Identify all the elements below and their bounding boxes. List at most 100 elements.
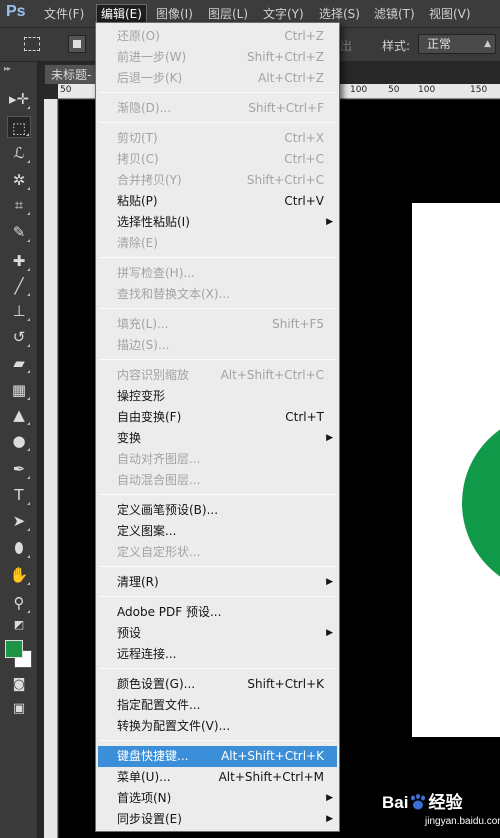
tool-group-indicator-icon [27,344,30,347]
quick-mask-icon[interactable]: ◙ [7,674,31,696]
menu-separator [99,122,336,123]
refine-edge-button[interactable]: 出 [340,37,352,54]
edit-menu-item[interactable]: 自动混合图层... [98,470,337,491]
edit-menu-item[interactable]: 合并拷贝(Y) Shift+Ctrl+C [98,170,337,191]
edit-menu-item[interactable]: 描边(S)... [98,335,337,356]
history-brush-tool-icon[interactable]: ↺ [7,326,31,348]
edit-menu-item[interactable]: 菜单(U)... Alt+Shift+Ctrl+M [98,767,337,788]
eraser-tool-icon[interactable]: ▰ [7,352,31,374]
edit-menu-item[interactable]: 定义自定形状... [98,542,337,563]
clone-stamp-tool-icon[interactable]: ⊥ [7,300,31,322]
tool-group-indicator-icon [27,528,30,531]
edit-menu-item[interactable]: 后退一步(K) Alt+Ctrl+Z [98,68,337,89]
edit-menu-item[interactable]: 同步设置(E) ▶ [98,809,337,830]
menu-item-shortcut: Ctrl+T [285,410,324,424]
edit-menu-item[interactable]: 选择性粘贴(I) ▶ [98,212,337,233]
menu-separator [99,668,336,669]
document-tab[interactable]: 未标题- [44,64,99,84]
edit-menu-item[interactable]: Adobe PDF 预设... [98,602,337,623]
edit-menu-item[interactable]: 颜色设置(G)... Shift+Ctrl+K [98,674,337,695]
submenu-arrow-icon: ▶ [326,814,333,824]
edit-menu-item[interactable]: 操控变形 [98,386,337,407]
screen-mode-icon[interactable]: ▣ [7,698,31,720]
menu-item-shortcut: Ctrl+X [284,131,324,145]
edit-menu-dropdown: 还原(O) Ctrl+Z 前进一步(W) Shift+Ctrl+Z 后退一步(K) Alt… [95,22,340,832]
menu-item-shortcut: Shift+Ctrl+C [246,173,324,187]
edit-menu-item[interactable]: 定义图案... [98,521,337,542]
tool-group-indicator-icon [27,422,30,425]
edit-menu-item[interactable]: 指定配置文件... [98,695,337,716]
edit-menu-item[interactable]: 前进一步(W) Shift+Ctrl+Z [98,47,337,68]
foreground-color-swatch[interactable] [5,640,23,658]
style-select[interactable]: 正常 ▲ [418,34,496,54]
move-tool-icon[interactable]: ▸✛ [7,88,31,110]
new-selection-button[interactable] [68,35,86,53]
menu-item-label: 定义画笔预设(B)... [117,503,219,517]
type-tool-icon[interactable]: T [7,484,31,506]
menu-item-label: 填充(L)... [117,317,169,331]
menu-item-label: 清除(E) [117,236,158,250]
marquee-tool-icon[interactable]: ⬚ [7,116,31,138]
menu-item-label: 自动对齐图层... [117,452,201,466]
edit-menu-item[interactable]: 自动对齐图层... [98,449,337,470]
menu-image[interactable]: 图像(I) [152,4,197,24]
dodge-tool-icon[interactable]: ● [7,430,31,452]
edit-menu-item[interactable]: 渐隐(D)... Shift+Ctrl+F [98,98,337,119]
menu-item-label: 粘贴(P) [117,194,158,208]
menu-view[interactable]: 视图(V) [425,4,475,24]
zoom-tool-icon[interactable]: ⚲ [7,592,31,614]
edit-menu-item[interactable]: 首选项(N) ▶ [98,788,337,809]
menu-select[interactable]: 选择(S) [315,4,364,24]
edit-menu-item[interactable]: 粘贴(P) Ctrl+V [98,191,337,212]
tool-group-indicator-icon [27,268,30,271]
menu-layer[interactable]: 图层(L) [204,4,252,24]
menu-item-shortcut: Ctrl+V [284,194,324,208]
lasso-tool-icon[interactable]: ℒ [7,142,31,164]
edit-menu-item[interactable]: 查找和替换文本(X)... [98,284,337,305]
menu-type[interactable]: 文字(Y) [259,4,308,24]
edit-menu-item[interactable]: 拼写检查(H)... [98,263,337,284]
edit-menu-item[interactable]: 预设 ▶ [98,623,337,644]
brush-tool-icon[interactable]: ╱ [7,275,31,297]
gradient-tool-icon[interactable]: ▦ [7,379,31,401]
blur-tool-icon[interactable]: ▲ [7,404,31,426]
menu-separator [99,257,336,258]
tool-group-indicator-icon [27,318,30,321]
menu-item-label: 自动混合图层... [117,473,201,487]
edit-menu-item[interactable]: 剪切(T) Ctrl+X [98,128,337,149]
edit-menu-item[interactable]: 键盘快捷键... Alt+Shift+Ctrl+K [98,746,337,767]
menu-item-shortcut: Shift+F5 [272,317,324,331]
collapse-panel-icon[interactable]: ▸▸ [4,64,11,73]
menu-item-label: 定义自定形状... [117,545,201,559]
edit-menu-item[interactable]: 内容识别缩放 Alt+Shift+Ctrl+C [98,365,337,386]
hand-tool-icon[interactable]: ✋ [7,564,31,586]
menu-edit[interactable]: 编辑(E) [96,4,147,24]
magic-wand-tool-icon[interactable]: ✲ [7,169,31,191]
edit-menu-item[interactable]: 填充(L)... Shift+F5 [98,314,337,335]
menu-filter[interactable]: 滤镜(T) [370,4,419,24]
tool-group-indicator-icon [27,448,30,451]
eyedropper-tool-icon[interactable]: ✎ [7,221,31,243]
document-canvas[interactable] [412,203,500,737]
rect-marquee-preset-icon[interactable] [24,37,40,51]
tool-group-indicator-icon [27,610,30,613]
default-colors-icon[interactable]: ◩ [7,614,31,636]
edit-menu-item[interactable]: 定义画笔预设(B)... [98,500,337,521]
path-selection-tool-icon[interactable]: ➤ [7,510,31,532]
edit-menu-item[interactable]: 还原(O) Ctrl+Z [98,26,337,47]
menu-file[interactable]: 文件(F) [40,4,88,24]
crop-tool-icon[interactable]: ⌗ [7,194,31,216]
edit-menu-item[interactable]: 清除(E) [98,233,337,254]
edit-menu-item[interactable]: 变换 ▶ [98,428,337,449]
menu-item-label: 合并拷贝(Y) [117,173,182,187]
edit-menu-item[interactable]: 清理(R) ▶ [98,572,337,593]
edit-menu-item[interactable]: 远程连接... [98,644,337,665]
edit-menu-item[interactable]: 拷贝(C) Ctrl+C [98,149,337,170]
healing-brush-tool-icon[interactable]: ✚ [7,250,31,272]
pen-tool-icon[interactable]: ✒ [7,458,31,480]
ellipse-tool-icon[interactable]: ⬮ [7,537,31,559]
menu-item-label: 变换 [117,431,142,445]
menu-item-label: 颜色设置(G)... [117,677,196,691]
edit-menu-item[interactable]: 转换为配置文件(V)... [98,716,337,737]
edit-menu-item[interactable]: 自由变换(F) Ctrl+T [98,407,337,428]
